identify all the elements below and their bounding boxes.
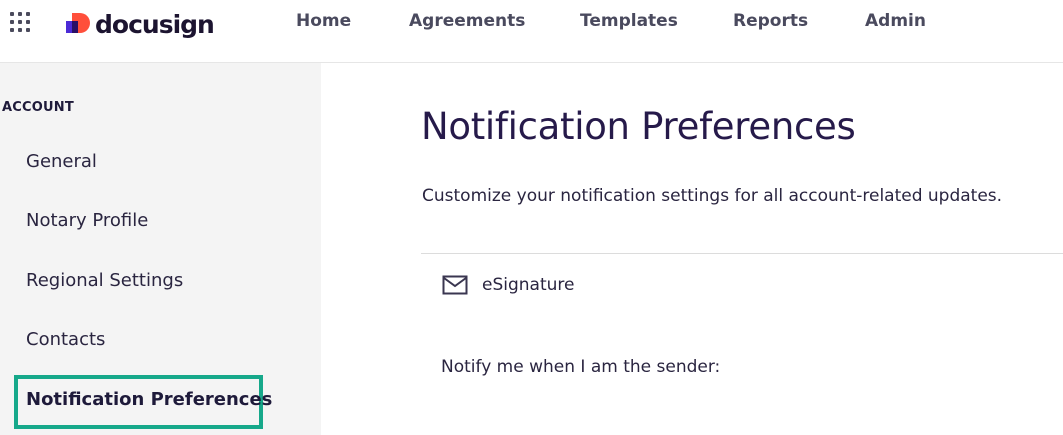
nav-admin[interactable]: Admin	[865, 11, 926, 31]
esignature-section-header: eSignature	[442, 270, 574, 300]
sidebar-item-notification-preferences[interactable]: Notification Preferences	[26, 389, 272, 410]
page-title: Notification Preferences	[421, 105, 856, 148]
logo-text: docusign	[95, 9, 215, 39]
sidebar-item-notary-profile[interactable]: Notary Profile	[26, 210, 148, 231]
top-header: docusign Home Agreements Templates Repor…	[0, 0, 1063, 63]
nav-home[interactable]: Home	[296, 11, 351, 31]
sidebar-heading: ACCOUNT	[2, 100, 74, 115]
page-description: Customize your notification settings for…	[422, 186, 1003, 206]
main-content: Notification Preferences Customize your …	[321, 63, 1063, 435]
sidebar-item-contacts[interactable]: Contacts	[26, 329, 105, 350]
nav-templates[interactable]: Templates	[580, 11, 678, 31]
nav-reports[interactable]: Reports	[733, 11, 808, 31]
sidebar-item-general[interactable]: General	[26, 151, 97, 172]
mail-icon	[442, 275, 468, 295]
docusign-logo-icon	[66, 13, 90, 33]
section-label: eSignature	[482, 275, 575, 295]
sidebar: ACCOUNT General Notary Profile Regional …	[0, 63, 321, 435]
sidebar-item-regional-settings[interactable]: Regional Settings	[26, 270, 183, 291]
nav-agreements[interactable]: Agreements	[409, 11, 525, 31]
section-divider	[421, 253, 1063, 254]
docusign-logo[interactable]: docusign	[66, 8, 215, 40]
apps-grid-icon[interactable]	[10, 12, 32, 34]
notify-sender-label: Notify me when I am the sender:	[441, 357, 721, 377]
